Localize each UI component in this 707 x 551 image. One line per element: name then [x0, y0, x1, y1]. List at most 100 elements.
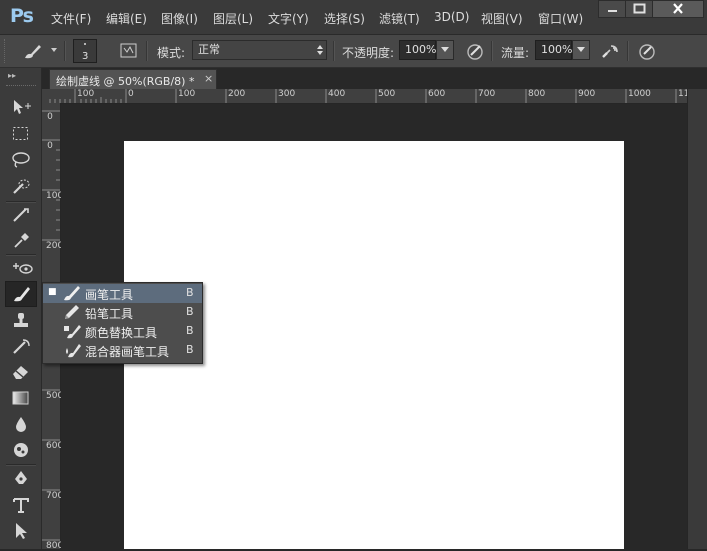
eraser-icon[interactable] [5, 360, 37, 384]
shortcut-key: B [186, 305, 194, 318]
flyout-item-color-replacement[interactable]: 颜色替换工具 B [43, 322, 202, 341]
pressure-size-icon[interactable] [637, 42, 655, 60]
ruler-label: 800 [46, 541, 64, 551]
document-tab[interactable]: 绘制虚线 @ 50%(RGB/8) * × [49, 69, 217, 89]
clone-stamp-icon[interactable] [5, 308, 37, 332]
ruler-label: 900 [578, 89, 596, 99]
blur-icon[interactable] [5, 412, 37, 436]
menu-filter[interactable]: 滤镜(T) [379, 10, 420, 27]
divider [64, 41, 66, 61]
flyout-item-pencil[interactable]: 铅笔工具 B [43, 303, 202, 322]
dodge-icon[interactable] [5, 438, 37, 462]
ruler-label: 300 [278, 89, 296, 99]
ruler-label: 800 [528, 89, 546, 99]
move-icon[interactable] [5, 95, 37, 119]
ruler-label: 600 [46, 441, 64, 451]
brush-panel-icon[interactable] [120, 42, 138, 60]
brush-icon [64, 286, 80, 301]
flow-input[interactable]: 100% [535, 40, 572, 60]
ruler-label: 100 [77, 89, 95, 99]
mode-label: 模式: [157, 46, 186, 60]
mode-value: 正常 [198, 43, 220, 56]
divider [146, 41, 148, 61]
type-icon[interactable] [5, 493, 37, 517]
horizontal-ruler: 100 0 100 200 300 400 500 600 700 800 90… [42, 89, 689, 104]
menu-file[interactable]: 文件(F) [51, 10, 91, 27]
pen-icon[interactable] [5, 466, 37, 490]
shortcut-key: B [186, 286, 194, 299]
flyout-item-label: 画笔工具 [85, 288, 134, 302]
gradient-icon[interactable] [5, 386, 37, 410]
menu-view[interactable]: 视图(V) [481, 10, 523, 27]
ruler-label: 200 [46, 241, 64, 251]
pencil-icon [65, 305, 79, 319]
path-select-icon[interactable] [5, 519, 37, 543]
mode-select[interactable]: 正常 [192, 40, 327, 60]
marquee-icon[interactable] [5, 122, 37, 146]
vertical-scrollbar[interactable] [687, 89, 707, 549]
ruler-label: 500 [378, 89, 396, 99]
menu-window[interactable]: 窗口(W) [538, 10, 583, 27]
ruler-label: 0 [47, 141, 53, 151]
flyout-item-label: 铅笔工具 [85, 307, 134, 321]
panel-grip [6, 85, 36, 88]
divider [627, 41, 629, 61]
divider [6, 254, 36, 256]
lasso-icon[interactable] [5, 148, 37, 172]
ruler-label: 600 [428, 89, 446, 99]
opacity-dropdown[interactable] [436, 40, 454, 60]
menu-edit[interactable]: 编辑(E) [106, 10, 147, 27]
pressure-opacity-icon[interactable] [465, 42, 483, 60]
menu-layer[interactable]: 图层(L) [213, 10, 253, 27]
airbrush-icon[interactable] [601, 42, 619, 60]
shortcut-key: B [186, 324, 194, 337]
flow-dropdown[interactable] [572, 40, 590, 60]
photoshop-logo: Ps [10, 5, 34, 27]
shortcut-key: B [186, 343, 194, 356]
document-tab-title: 绘制虚线 @ 50%(RGB/8) * [56, 75, 195, 88]
brush-size-value: 3 [82, 51, 89, 62]
chevron-down-icon[interactable] [51, 48, 57, 52]
brush-preset-icon[interactable] [22, 42, 41, 60]
flyout-item-label: 混合器画笔工具 [85, 345, 170, 359]
divider [333, 41, 335, 61]
ruler-label: 700 [478, 89, 496, 99]
mixer-brush-icon [66, 344, 81, 358]
ruler-label: 400 [328, 89, 346, 99]
eyedropper-icon[interactable] [5, 228, 37, 252]
crop-icon[interactable] [5, 203, 37, 227]
minimize-icon[interactable] [598, 0, 626, 18]
collapse-arrows-icon[interactable]: ▸▸ [8, 71, 16, 80]
menu-image[interactable]: 图像(I) [161, 10, 198, 27]
ruler-label: 0 [47, 112, 53, 122]
close-icon[interactable]: × [204, 72, 213, 85]
menu-3d[interactable]: 3D(D) [434, 10, 469, 24]
selected-bullet: ■ [48, 287, 57, 297]
spot-healing-icon[interactable] [5, 257, 37, 281]
close-icon[interactable] [652, 0, 704, 18]
ruler-label: 500 [46, 391, 64, 401]
flyout-item-brush[interactable]: ■ 画笔工具 B [43, 284, 202, 303]
tools-panel: ▸▸ [0, 68, 42, 549]
history-brush-icon[interactable] [5, 334, 37, 358]
flyout-item-mixer-brush[interactable]: 混合器画笔工具 B [43, 341, 202, 360]
window-controls [598, 0, 705, 19]
menu-bar: Ps 文件(F) 编辑(E) 图像(I) 图层(L) 文字(Y) 选择(S) 滤… [0, 0, 707, 35]
options-grip [4, 39, 8, 63]
options-bar: 3 模式: 正常 不透明度: 100% 流量: 100% [0, 35, 707, 68]
brush-size-picker[interactable]: 3 [73, 39, 97, 63]
ruler-label: 1000 [628, 89, 651, 99]
flow-label: 流量: [501, 46, 530, 60]
opacity-input[interactable]: 100% [399, 40, 436, 60]
quick-select-icon[interactable] [5, 175, 37, 199]
brush-icon[interactable] [5, 281, 37, 307]
menu-select[interactable]: 选择(S) [324, 10, 365, 27]
menu-type[interactable]: 文字(Y) [268, 10, 309, 27]
ruler-label: 700 [46, 491, 64, 501]
brush-tool-flyout: ■ 画笔工具 B 铅笔工具 B 颜色替换工具 B 混合器画笔工具 B [42, 282, 203, 364]
maximize-icon[interactable] [625, 0, 653, 18]
ruler-label: 0 [128, 89, 134, 99]
ruler-label: 100 [178, 89, 196, 99]
brush-tip-dot [84, 43, 86, 45]
opacity-label: 不透明度: [342, 46, 395, 60]
